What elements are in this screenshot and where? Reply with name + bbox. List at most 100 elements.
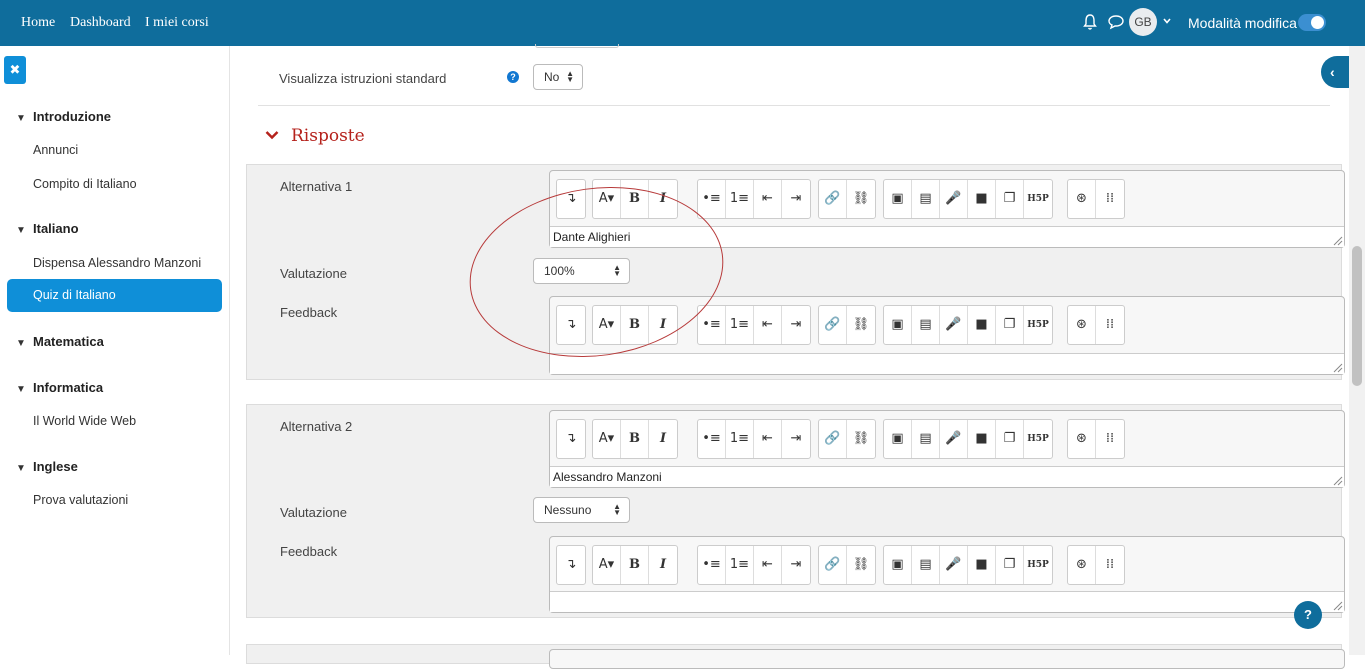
microphone-icon[interactable]: 🎤: [940, 180, 968, 218]
answer-2-feedback-text[interactable]: [550, 591, 1344, 612]
indent-icon[interactable]: ⇥: [782, 306, 810, 344]
numbered-list-icon[interactable]: 1≡: [726, 420, 754, 458]
image-icon[interactable]: ▣: [884, 546, 912, 584]
font-color-icon[interactable]: A▾: [593, 546, 621, 584]
outdent-icon[interactable]: ⇤: [754, 306, 782, 344]
copy-icon[interactable]: ❐: [996, 546, 1024, 584]
section-title-risposte[interactable]: Risposte: [291, 126, 365, 146]
outdent-icon[interactable]: ⇤: [754, 180, 782, 218]
section-italiano[interactable]: ▼ Italiano: [16, 221, 79, 236]
indent-icon[interactable]: ⇥: [782, 420, 810, 458]
outdent-icon[interactable]: ⇤: [754, 546, 782, 584]
chevron-down-icon[interactable]: [1163, 17, 1171, 25]
copy-icon[interactable]: ❐: [996, 306, 1024, 344]
answer-3-editor[interactable]: [549, 649, 1345, 669]
indent-icon[interactable]: ⇥: [782, 180, 810, 218]
bullet-list-icon[interactable]: •≡: [698, 306, 726, 344]
accessibility-icon[interactable]: ⊛: [1068, 420, 1096, 458]
copy-icon[interactable]: ❐: [996, 180, 1024, 218]
video-icon[interactable]: ■: [968, 306, 996, 344]
resize-grip-icon[interactable]: [1332, 362, 1343, 373]
italic-icon[interactable]: I: [649, 546, 677, 584]
chevron-down-icon[interactable]: [265, 130, 279, 140]
sidebar-item-quiz[interactable]: Quiz di Italiano: [7, 279, 222, 312]
image-icon[interactable]: ▣: [884, 420, 912, 458]
answer-2-text[interactable]: Alessandro Manzoni: [550, 466, 1344, 487]
microphone-icon[interactable]: 🎤: [940, 546, 968, 584]
numbered-list-icon[interactable]: 1≡: [726, 546, 754, 584]
h5p-icon[interactable]: H5P: [1024, 420, 1052, 458]
italic-icon[interactable]: I: [649, 420, 677, 458]
answer-2-editor[interactable]: ↴ A▾ B I •≡ 1≡ ⇤ ⇥ 🔗 ⛓ ▣ ▤ 🎤 ■ ❐ H5P ⊛ ⁞⁞ Alessandro Manz…: [549, 410, 1345, 488]
section-matematica[interactable]: ▼ Matematica: [16, 334, 104, 349]
image-icon[interactable]: ▣: [884, 180, 912, 218]
accessibility-icon[interactable]: ⊛: [1068, 180, 1096, 218]
h5p-icon[interactable]: H5P: [1024, 546, 1052, 584]
paragraph-icon[interactable]: ↴: [557, 420, 585, 458]
link-icon[interactable]: 🔗: [819, 546, 847, 584]
more-icon[interactable]: ⁞⁞: [1096, 180, 1124, 218]
h5p-icon[interactable]: H5P: [1024, 180, 1052, 218]
bold-icon[interactable]: B: [621, 420, 649, 458]
sidebar-item-annunci[interactable]: Annunci: [33, 143, 78, 157]
more-icon[interactable]: ⁞⁞: [1096, 546, 1124, 584]
nav-home-link[interactable]: Home: [21, 15, 55, 31]
answer-2-feedback-editor[interactable]: ↴ A▾ B I •≡ 1≡ ⇤ ⇥ 🔗 ⛓ ▣ ▤ 🎤 ■ ❐ H5P ⊛ ⁞⁞: [549, 536, 1345, 613]
scrollbar-thumb[interactable]: [1352, 246, 1362, 386]
indent-icon[interactable]: ⇥: [782, 546, 810, 584]
answer-1-feedback-text[interactable]: [550, 353, 1344, 374]
video-icon[interactable]: ■: [968, 546, 996, 584]
unlink-icon[interactable]: ⛓: [847, 180, 875, 218]
unlink-icon[interactable]: ⛓: [847, 306, 875, 344]
image-icon[interactable]: ▣: [884, 306, 912, 344]
media-icon[interactable]: ▤: [912, 180, 940, 218]
accessibility-icon[interactable]: ⊛: [1068, 546, 1096, 584]
sidebar-item-dispensa[interactable]: Dispensa Alessandro Manzoni: [33, 256, 201, 270]
bullet-list-icon[interactable]: •≡: [698, 546, 726, 584]
bullet-list-icon[interactable]: •≡: [698, 180, 726, 218]
microphone-icon[interactable]: 🎤: [940, 420, 968, 458]
unlink-icon[interactable]: ⛓: [847, 420, 875, 458]
microphone-icon[interactable]: 🎤: [940, 306, 968, 344]
more-icon[interactable]: ⁞⁞: [1096, 306, 1124, 344]
sidebar-item-prova[interactable]: Prova valutazioni: [33, 493, 128, 507]
bullet-list-icon[interactable]: •≡: [698, 420, 726, 458]
bell-icon[interactable]: [1082, 13, 1098, 31]
help-fab-button[interactable]: ?: [1294, 601, 1322, 629]
outdent-icon[interactable]: ⇤: [754, 420, 782, 458]
page-scrollbar[interactable]: [1349, 46, 1365, 655]
font-color-icon[interactable]: A▾: [593, 420, 621, 458]
media-icon[interactable]: ▤: [912, 546, 940, 584]
edit-mode-toggle[interactable]: [1298, 14, 1326, 31]
section-introduzione[interactable]: ▼ Introduzione: [16, 109, 111, 124]
accessibility-icon[interactable]: ⊛: [1068, 306, 1096, 344]
media-icon[interactable]: ▤: [912, 420, 940, 458]
copy-icon[interactable]: ❐: [996, 420, 1024, 458]
chat-icon[interactable]: [1107, 14, 1125, 30]
nav-my-courses-link[interactable]: I miei corsi: [145, 15, 209, 31]
resize-grip-icon[interactable]: [1332, 475, 1343, 486]
answer-2-grade-select[interactable]: Nessuno ▲ ▼: [533, 497, 630, 523]
video-icon[interactable]: ■: [968, 420, 996, 458]
standard-instructions-select[interactable]: No ▲ ▼: [533, 64, 583, 90]
nav-dashboard-link[interactable]: Dashboard: [70, 15, 131, 31]
section-inglese[interactable]: ▼ Inglese: [16, 459, 78, 474]
link-icon[interactable]: 🔗: [819, 180, 847, 218]
help-icon[interactable]: ?: [507, 71, 519, 83]
paragraph-icon[interactable]: ↴: [557, 546, 585, 584]
link-icon[interactable]: 🔗: [819, 420, 847, 458]
video-icon[interactable]: ■: [968, 180, 996, 218]
resize-grip-icon[interactable]: [1332, 600, 1343, 611]
unlink-icon[interactable]: ⛓: [847, 546, 875, 584]
section-informatica[interactable]: ▼ Informatica: [16, 380, 103, 395]
h5p-icon[interactable]: H5P: [1024, 306, 1052, 344]
numbered-list-icon[interactable]: 1≡: [726, 180, 754, 218]
sidebar-item-www[interactable]: Il World Wide Web: [33, 414, 136, 428]
resize-grip-icon[interactable]: [1332, 235, 1343, 246]
close-drawer-button[interactable]: ✖: [4, 56, 26, 84]
media-icon[interactable]: ▤: [912, 306, 940, 344]
sidebar-item-compito[interactable]: Compito di Italiano: [33, 177, 137, 191]
numbered-list-icon[interactable]: 1≡: [726, 306, 754, 344]
avatar[interactable]: GB: [1129, 8, 1157, 36]
link-icon[interactable]: 🔗: [819, 306, 847, 344]
